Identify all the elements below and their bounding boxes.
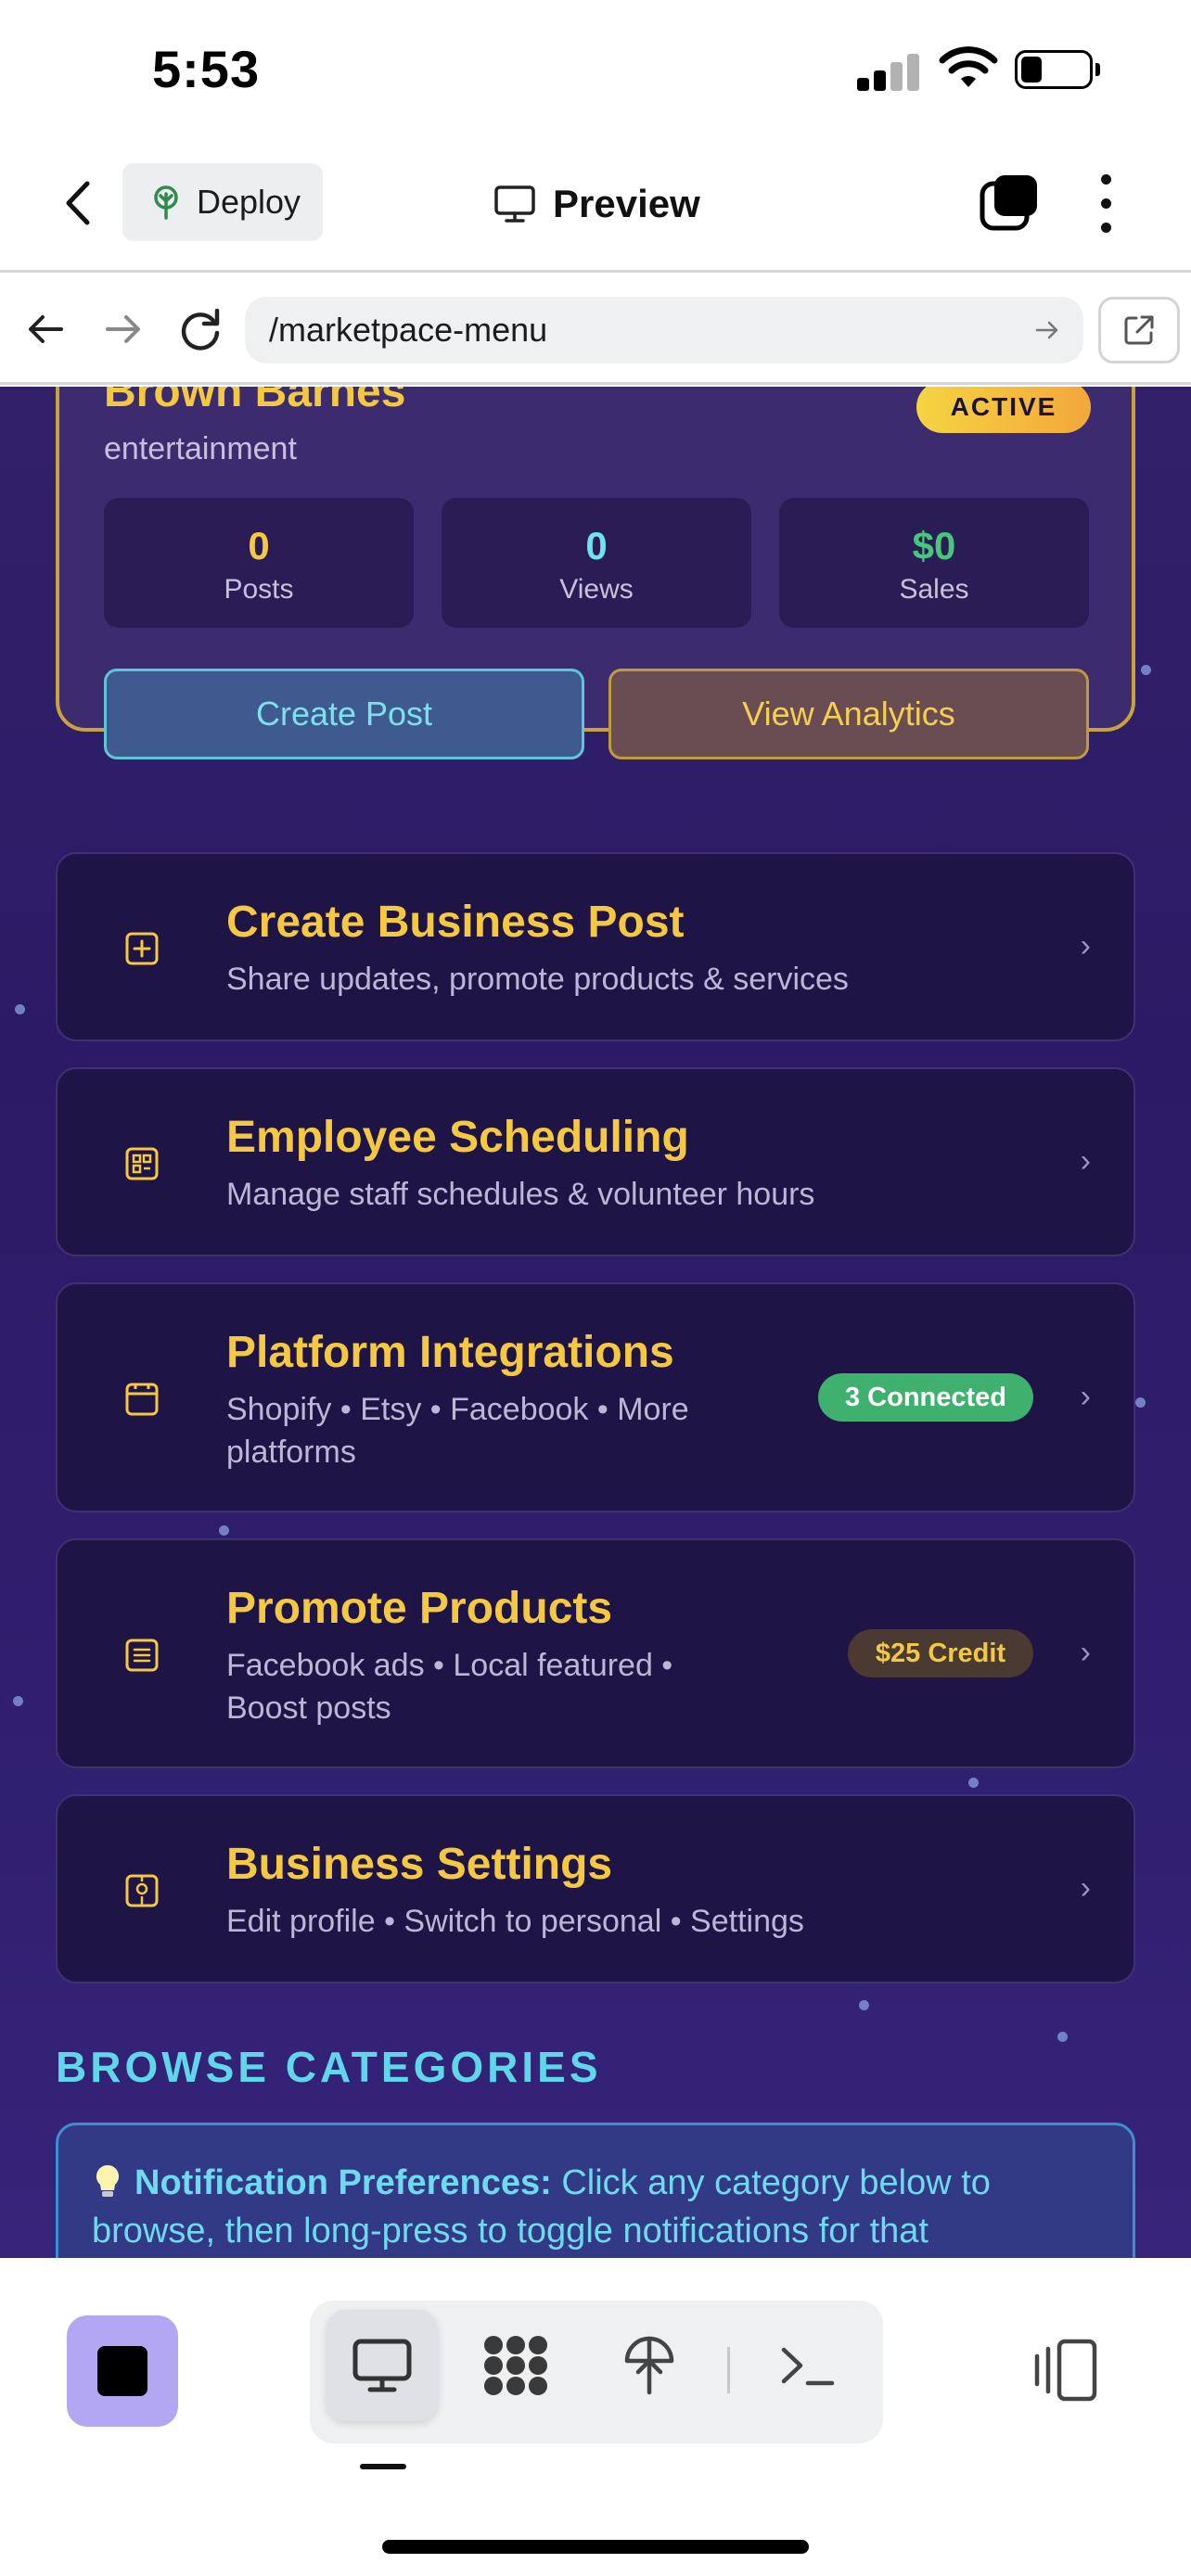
lightbulb-icon (96, 2164, 120, 2197)
menu-item-platform-integrations[interactable]: Platform Integrations Shopify • Etsy • F… (56, 1282, 1135, 1512)
deploy-icon (624, 2336, 674, 2395)
menu-item-create-business-post[interactable]: Create Business Post Share updates, prom… (56, 852, 1135, 1041)
preview-mode-button[interactable] (327, 2310, 438, 2421)
menu-item-subtitle: Facebook ads • Local featured • Boost po… (226, 1648, 673, 1726)
decorative-dot (859, 2000, 869, 2010)
stop-button[interactable] (67, 2315, 178, 2427)
settings-icon (125, 1874, 159, 1907)
business-category: entertainment (104, 431, 297, 466)
stat-views: 0 Views (442, 498, 751, 628)
decorative-dot (13, 1696, 23, 1706)
cellular-signal-icon (857, 52, 920, 91)
selected-mode-indicator (360, 2464, 406, 2469)
decorative-dot (1141, 665, 1151, 675)
more-options-button[interactable] (1095, 174, 1119, 234)
menu-item-subtitle: Share updates, promote products & servic… (226, 962, 849, 997)
menu-item-subtitle: Edit profile • Switch to personal • Sett… (226, 1904, 804, 1939)
stat-value: 0 (585, 524, 608, 567)
deploy-icon (154, 185, 178, 220)
business-name: Brown Barnes (104, 387, 406, 416)
stat-label: Views (559, 574, 634, 605)
decorative-dot (968, 1778, 979, 1788)
business-profile-card: Brown Barnes entertainment ACTIVE 0 Post… (56, 387, 1135, 759)
url-text: /marketpace-menu (269, 311, 548, 349)
split-layout-icon[interactable] (1031, 2336, 1100, 2404)
chevron-right-icon: › (1080, 1143, 1091, 1179)
notice-heading: Notification Preferences: (134, 2163, 552, 2202)
deploy-mode-button[interactable] (594, 2310, 705, 2421)
open-external-button[interactable] (1098, 297, 1180, 363)
credit-badge: $25 Credit (848, 1629, 1033, 1677)
stop-icon (97, 2346, 147, 2396)
menu-item-title: Platform Integrations (226, 1328, 674, 1377)
create-post-button[interactable]: Create Post (104, 669, 584, 759)
status-badge: ACTIVE (916, 387, 1091, 433)
decorative-dot (1057, 2032, 1068, 2042)
menu-item-title: Business Settings (226, 1840, 613, 1889)
go-arrow-icon[interactable] (1033, 316, 1061, 344)
chevron-right-icon: › (1080, 1635, 1091, 1670)
toolbar-divider (727, 2347, 730, 2393)
browser-forward-icon[interactable] (96, 303, 148, 355)
deploy-label: Deploy (197, 183, 301, 221)
stat-value: 0 (248, 524, 270, 567)
back-button[interactable] (58, 178, 98, 228)
decorative-dot (219, 1525, 229, 1536)
nodes-icon (484, 2336, 547, 2395)
menu-item-title: Create Business Post (226, 898, 685, 947)
window-icon (125, 1383, 159, 1416)
status-bar: 5:53 (0, 0, 1191, 139)
deploy-button[interactable]: Deploy (122, 163, 323, 241)
grid-icon (125, 1147, 159, 1180)
code-mode-button[interactable] (460, 2310, 571, 2421)
stat-value: $0 (912, 524, 956, 567)
connected-badge: 3 Connected (818, 1373, 1033, 1422)
stat-label: Sales (899, 574, 969, 605)
chevron-right-icon: › (1080, 928, 1091, 963)
battery-icon (1015, 50, 1100, 91)
reload-icon[interactable] (174, 303, 226, 355)
view-analytics-button[interactable]: View Analytics (608, 669, 1089, 759)
page-content[interactable]: Brown Barnes entertainment ACTIVE 0 Post… (0, 387, 1191, 2258)
menu-item-employee-scheduling[interactable]: Employee Scheduling Manage staff schedul… (56, 1067, 1135, 1256)
decorative-dot (15, 1004, 25, 1014)
menu-item-business-settings[interactable]: Business Settings Edit profile • Switch … (56, 1794, 1135, 1983)
monitor-icon (494, 185, 535, 223)
chevron-right-icon: › (1080, 1870, 1091, 1906)
menu-item-title: Promote Products (226, 1584, 613, 1633)
stat-sales: $0 Sales (779, 498, 1089, 628)
wifi-icon (939, 46, 998, 87)
stat-label: Posts (224, 574, 294, 605)
menu-item-subtitle: Shopify • Etsy • Facebook • More platfor… (226, 1392, 689, 1470)
preview-title: Preview (493, 169, 700, 239)
menu-item-subtitle: Manage staff schedules & volunteer hours (226, 1177, 815, 1212)
browser-back-icon[interactable] (20, 303, 72, 355)
decorative-dot (1135, 1397, 1146, 1408)
monitor-icon (352, 2339, 412, 2392)
terminal-icon (781, 2347, 835, 2386)
notification-preferences-notice: Notification Preferences: Click any cate… (56, 2123, 1135, 2258)
tabs-switcher-icon[interactable] (980, 172, 1039, 232)
chevron-right-icon: › (1080, 1379, 1091, 1414)
plus-square-icon (125, 932, 159, 965)
browser-bar: /marketpace-menu (0, 275, 1191, 385)
browse-categories-heading: BROWSE CATEGORIES (56, 2043, 602, 2091)
status-time: 5:53 (152, 40, 261, 98)
home-indicator (382, 2540, 809, 2554)
preview-label: Preview (553, 182, 700, 225)
menu-item-promote-products[interactable]: Promote Products Facebook ads • Local fe… (56, 1538, 1135, 1768)
external-link-icon (1124, 315, 1154, 345)
url-input[interactable]: /marketpace-menu (245, 297, 1083, 363)
console-mode-button[interactable] (751, 2310, 863, 2421)
stat-posts: 0 Posts (104, 498, 414, 628)
bottom-toolbar (0, 2258, 1191, 2576)
menu-item-title: Employee Scheduling (226, 1113, 689, 1162)
list-icon (125, 1639, 159, 1672)
app-header: Deploy Preview (0, 139, 1191, 273)
view-mode-group (310, 2301, 883, 2443)
